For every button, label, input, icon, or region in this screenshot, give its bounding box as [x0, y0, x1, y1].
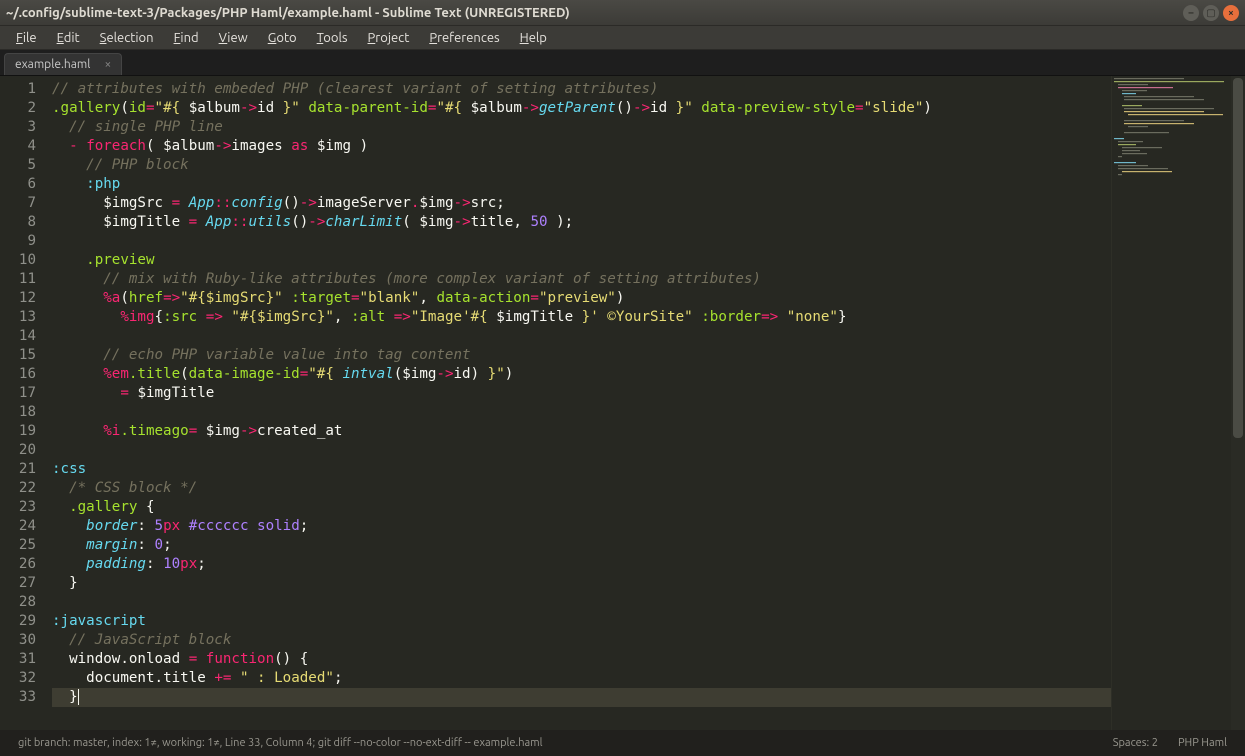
line-number: 11	[6, 270, 36, 289]
code-line[interactable]: }	[52, 574, 1111, 593]
status-spaces[interactable]: Spaces: 2	[1103, 737, 1168, 749]
scrollbar-thumb[interactable]	[1233, 78, 1243, 438]
line-number: 6	[6, 175, 36, 194]
code-line[interactable]: padding: 10px;	[52, 555, 1111, 574]
code-line[interactable]: .gallery(id="#{ $album->id }" data-paren…	[52, 99, 1111, 118]
line-number: 22	[6, 479, 36, 498]
line-number: 9	[6, 232, 36, 251]
code-line[interactable]: }	[52, 688, 1111, 707]
line-number: 20	[6, 441, 36, 460]
menu-tools[interactable]: Tools	[307, 29, 358, 47]
menu-selection[interactable]: Selection	[90, 29, 164, 47]
menu-edit[interactable]: Edit	[47, 29, 90, 47]
menu-project[interactable]: Project	[358, 29, 420, 47]
code-line[interactable]: // PHP block	[52, 156, 1111, 175]
window-title: ~/.config/sublime-text-3/Packages/PHP Ha…	[6, 6, 1183, 20]
line-number: 18	[6, 403, 36, 422]
line-number: 29	[6, 612, 36, 631]
code-line[interactable]: /* CSS block */	[52, 479, 1111, 498]
menu-preferences[interactable]: Preferences	[419, 29, 509, 47]
code-content[interactable]: // attributes with embeded PHP (clearest…	[48, 76, 1111, 730]
menu-help[interactable]: Help	[510, 29, 557, 47]
code-line[interactable]	[52, 232, 1111, 251]
line-number: 17	[6, 384, 36, 403]
minimap-preview	[1112, 76, 1232, 276]
code-line[interactable]: :php	[52, 175, 1111, 194]
code-line[interactable]	[52, 403, 1111, 422]
line-number: 8	[6, 213, 36, 232]
close-button[interactable]: ×	[1223, 5, 1239, 21]
status-bar: git branch: master, index: 1≠, working: …	[0, 730, 1245, 756]
line-number: 21	[6, 460, 36, 479]
line-number: 23	[6, 498, 36, 517]
line-number: 1	[6, 80, 36, 99]
code-line[interactable]: // mix with Ruby-like attributes (more c…	[52, 270, 1111, 289]
code-line[interactable]: :css	[52, 460, 1111, 479]
line-number: 32	[6, 669, 36, 688]
status-left: git branch: master, index: 1≠, working: …	[8, 737, 553, 749]
line-number: 10	[6, 251, 36, 270]
line-number: 19	[6, 422, 36, 441]
code-line[interactable]: // attributes with embeded PHP (clearest…	[52, 80, 1111, 99]
line-number: 2	[6, 99, 36, 118]
line-number: 26	[6, 555, 36, 574]
tab-label: example.haml	[15, 58, 90, 71]
code-line[interactable]: $imgTitle = App::utils()->charLimit( $im…	[52, 213, 1111, 232]
code-line[interactable]	[52, 441, 1111, 460]
menu-file[interactable]: File	[6, 29, 47, 47]
line-number: 3	[6, 118, 36, 137]
code-line[interactable]: %a(href=>"#{$imgSrc}" :target="blank", d…	[52, 289, 1111, 308]
code-line[interactable]: %em.title(data-image-id="#{ intval($img-…	[52, 365, 1111, 384]
code-line[interactable]: $imgSrc = App::config()->imageServer.$im…	[52, 194, 1111, 213]
line-number: 15	[6, 346, 36, 365]
code-line[interactable]: // echo PHP variable value into tag cont…	[52, 346, 1111, 365]
window-titlebar: ~/.config/sublime-text-3/Packages/PHP Ha…	[0, 0, 1245, 26]
line-number: 30	[6, 631, 36, 650]
vertical-scrollbar[interactable]	[1231, 76, 1245, 730]
code-line[interactable]: border: 5px #cccccc solid;	[52, 517, 1111, 536]
menu-find[interactable]: Find	[164, 29, 209, 47]
line-number-gutter: 1234567891011121314151617181920212223242…	[0, 76, 48, 730]
code-line[interactable]: // single PHP line	[52, 118, 1111, 137]
line-number: 33	[6, 688, 36, 707]
code-line[interactable]	[52, 327, 1111, 346]
line-number: 16	[6, 365, 36, 384]
line-number: 5	[6, 156, 36, 175]
code-line[interactable]: .preview	[52, 251, 1111, 270]
line-number: 27	[6, 574, 36, 593]
tab-example-haml[interactable]: example.haml ×	[4, 53, 122, 75]
menu-goto[interactable]: Goto	[258, 29, 307, 47]
menu-view[interactable]: View	[209, 29, 258, 47]
minimap[interactable]	[1111, 76, 1231, 730]
line-number: 14	[6, 327, 36, 346]
line-number: 25	[6, 536, 36, 555]
line-number: 28	[6, 593, 36, 612]
code-line[interactable]: document.title += " : Loaded";	[52, 669, 1111, 688]
line-number: 13	[6, 308, 36, 327]
code-line[interactable]: = $imgTitle	[52, 384, 1111, 403]
code-line[interactable]: margin: 0;	[52, 536, 1111, 555]
menu-bar: FileEditSelectionFindViewGotoToolsProjec…	[0, 26, 1245, 50]
code-line[interactable]: - foreach( $album->images as $img )	[52, 137, 1111, 156]
code-line[interactable]	[52, 593, 1111, 612]
code-line[interactable]: window.onload = function() {	[52, 650, 1111, 669]
tab-close-icon[interactable]: ×	[104, 58, 111, 71]
code-line[interactable]: :javascript	[52, 612, 1111, 631]
editor-area[interactable]: 1234567891011121314151617181920212223242…	[0, 76, 1245, 730]
code-line[interactable]: %img{:src => "#{$imgSrc}", :alt =>"Image…	[52, 308, 1111, 327]
line-number: 7	[6, 194, 36, 213]
line-number: 24	[6, 517, 36, 536]
line-number: 4	[6, 137, 36, 156]
maximize-button[interactable]: ▢	[1203, 5, 1219, 21]
code-line[interactable]: .gallery {	[52, 498, 1111, 517]
tab-bar: example.haml ×	[0, 50, 1245, 76]
status-syntax[interactable]: PHP Haml	[1168, 737, 1237, 749]
code-line[interactable]: // JavaScript block	[52, 631, 1111, 650]
line-number: 31	[6, 650, 36, 669]
minimize-button[interactable]: –	[1183, 5, 1199, 21]
code-line[interactable]: %i.timeago= $img->created_at	[52, 422, 1111, 441]
line-number: 12	[6, 289, 36, 308]
